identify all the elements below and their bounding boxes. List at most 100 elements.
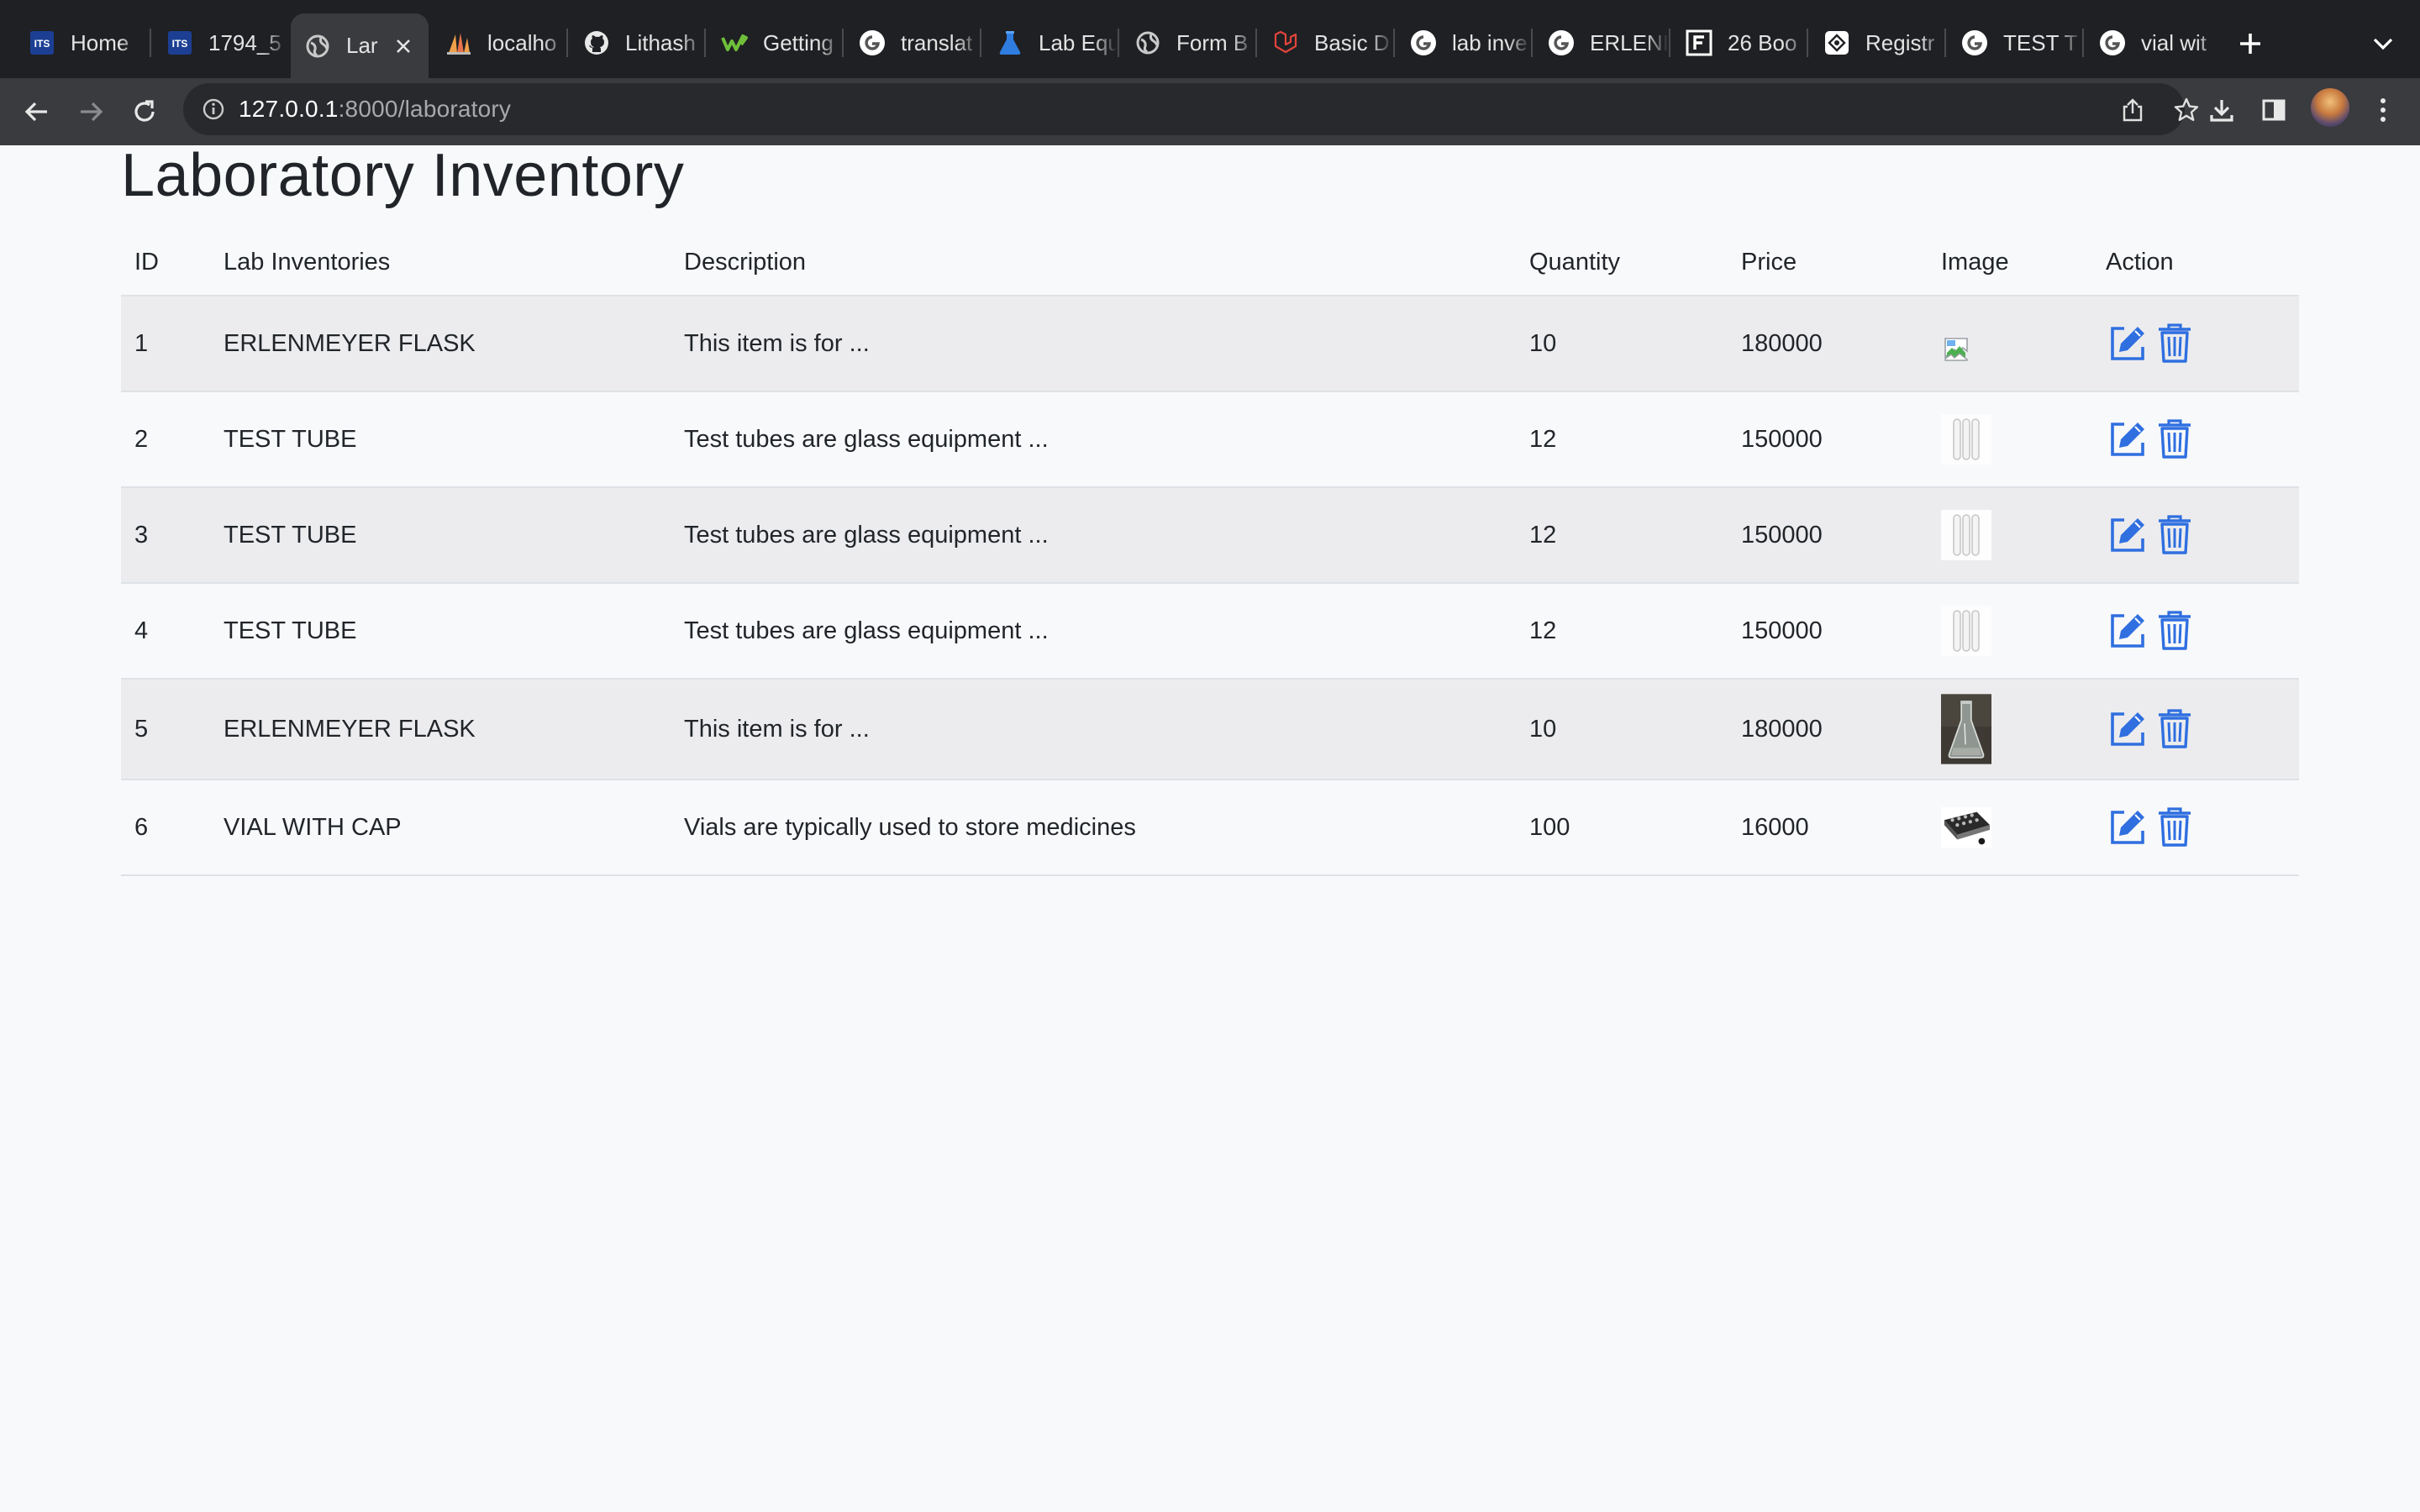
table-row: 6 VIAL WITH CAP Vials are typically used… [121,780,2299,876]
tab-separator [842,29,844,57]
broken-image-icon [1941,334,1971,365]
browser-tab[interactable]: translat [845,17,980,69]
cell-description: Test tubes are glass equipment ... [684,617,1049,644]
cell-description: Vials are typically used to store medici… [684,813,1136,841]
cell-actions [2106,680,2200,779]
tab-search-button[interactable] [2365,25,2402,62]
profile-avatar[interactable] [2311,88,2349,127]
address-bar[interactable]: 127.0.0.1:8000/laboratory [183,83,2199,135]
column-header-quantity: Quantity [1529,249,1620,276]
cell-name: TEST TUBE [224,521,357,549]
trash-icon [2159,611,2191,650]
browser-tab[interactable]: vial wit [2086,17,2220,69]
cell-image [1941,392,1991,486]
browser-tab-title: Basic D [1314,29,1390,55]
reload-button[interactable] [123,90,166,134]
browser-tab[interactable]: lab inve [1397,17,1531,69]
browser-tab-active[interactable]: Lar [291,13,429,78]
edit-button[interactable] [2106,806,2149,849]
url-host: 127.0.0.1 [239,96,339,122]
globe-icon [304,33,331,60]
delete-button[interactable] [2153,806,2196,849]
browser-tab-title: Lab Equ [1039,29,1118,55]
tab-separator [1393,29,1395,57]
delete-button[interactable] [2153,417,2196,461]
browser-tab[interactable]: TEST T [1948,17,2082,69]
browser-tab-title: translat [901,29,973,55]
column-header-price: Price [1741,249,1797,276]
cell-quantity: 10 [1529,329,1557,357]
cell-image [1941,780,1991,874]
delete-button[interactable] [2153,707,2196,751]
table-row: 1 ERLENMEYER FLASK This item is for ... … [121,297,2299,392]
inventory-table: ID Lab Inventories Description Quantity … [121,232,2299,876]
edit-button[interactable] [2106,417,2149,461]
browser-tab[interactable]: 26 Boo [1672,17,1807,69]
cell-actions [2106,780,2200,874]
table-row: 3 TEST TUBE Test tubes are glass equipme… [121,488,2299,584]
bookmark-star-icon[interactable] [2170,93,2203,127]
browser-tab[interactable]: Basic D [1259,17,1393,69]
edit-button[interactable] [2106,513,2149,557]
browser-tab[interactable]: Registr [1810,17,1944,69]
edit-button[interactable] [2106,322,2149,365]
back-button[interactable] [15,90,59,134]
delete-button[interactable] [2153,609,2196,653]
table-row: 4 TEST TUBE Test tubes are glass equipme… [121,584,2299,680]
cell-quantity: 10 [1529,715,1557,743]
cell-price: 16000 [1741,813,1809,841]
google-icon [1961,29,1988,56]
browser-tab[interactable]: Getting [708,17,842,69]
cell-actions [2106,297,2200,391]
reload-icon [134,100,155,122]
cell-id: 2 [134,425,149,453]
url-path: :8000/laboratory [338,96,512,122]
edit-button[interactable] [2106,609,2149,653]
column-header-action: Action [2106,249,2174,276]
edit-icon [2111,327,2144,360]
cell-description: Test tubes are glass equipment ... [684,425,1049,453]
more-vertical-icon [2381,98,2386,122]
browser-tab[interactable]: localho [432,17,566,69]
new-tab-button[interactable] [2230,24,2270,64]
browser-tab-title: Lithash [625,29,696,55]
browser-tab[interactable]: ITS 1794_5 [153,17,287,69]
cell-actions [2106,392,2200,486]
delete-button[interactable] [2153,322,2196,365]
browser-tab[interactable]: ITS Home [15,17,141,69]
trash-icon [2159,323,2191,363]
side-panel-button[interactable] [2254,90,2294,130]
browser-tab[interactable]: ERLENI [1534,17,1669,69]
tab-separator [704,29,706,57]
site-info-icon[interactable] [198,94,229,124]
edit-button[interactable] [2106,707,2149,751]
forward-button[interactable] [69,90,113,134]
browser-tab[interactable]: Lab Equ [983,17,1118,69]
trash-icon [2159,709,2191,748]
cell-quantity: 12 [1529,521,1557,549]
cell-id: 4 [134,617,149,644]
downloads-button[interactable] [2202,90,2242,130]
share-icon[interactable] [2116,93,2149,127]
tab-separator [980,29,981,57]
browser-tab[interactable]: Form B [1121,17,1255,69]
browser-menu-button[interactable] [2363,90,2403,130]
delete-button[interactable] [2153,513,2196,557]
laravel-icon [1272,29,1299,56]
column-header-name: Lab Inventories [224,249,391,276]
url-text[interactable]: 127.0.0.1:8000/laboratory [239,83,511,135]
google-icon [1548,29,1575,56]
cell-image [1941,297,1971,391]
cell-name: TEST TUBE [224,425,357,453]
globe-icon [1134,29,1161,56]
cell-image [1941,680,1991,779]
browser-tab-title: lab inve [1452,29,1528,55]
cell-name: TEST TUBE [224,617,357,644]
chevron-down-icon [2373,38,2393,50]
browser-tab-title: 1794_5 [208,29,281,55]
tab-separator [150,29,151,57]
browser-tab[interactable]: Lithash [570,17,704,69]
close-tab-icon[interactable] [390,33,417,60]
cell-id: 5 [134,715,149,743]
cell-quantity: 100 [1529,813,1570,841]
